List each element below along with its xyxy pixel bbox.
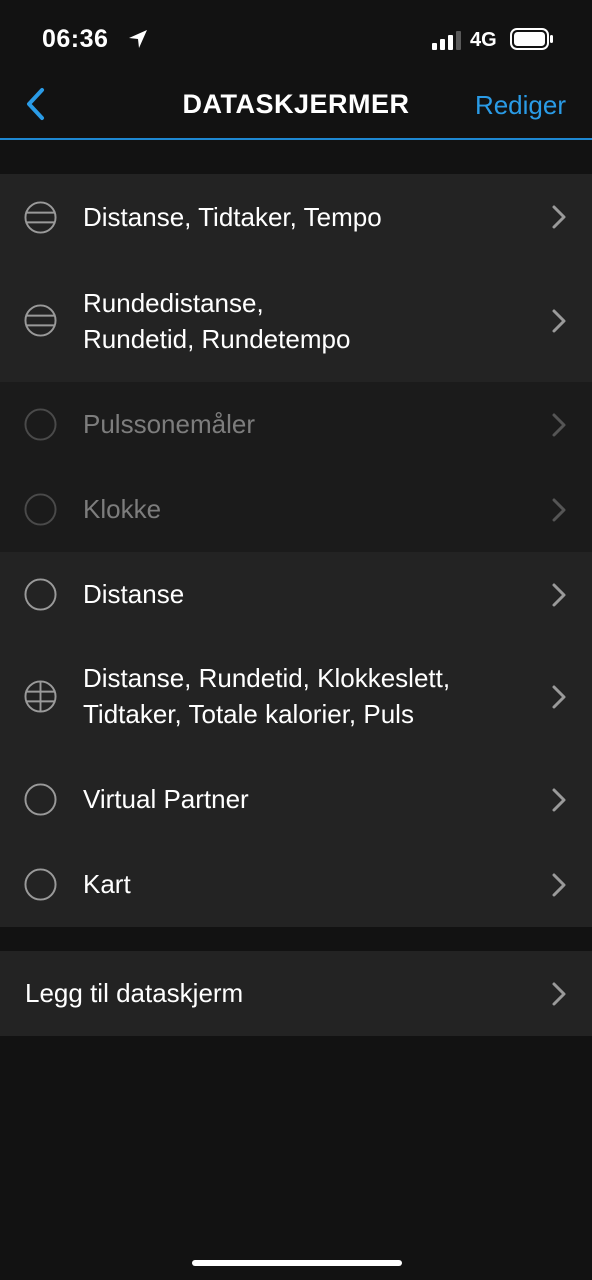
chevron-right-icon [552,205,566,229]
add-screen-group: Legg til dataskjerm [0,951,592,1036]
data-screen-row[interactable]: Pulssonemåler [0,382,592,467]
chevron-right-icon [552,685,566,709]
data-screen-label-line1: Rundedistanse, [83,288,264,318]
add-data-screen-label: Legg til dataskjerm [25,978,244,1008]
chevron-right-icon [552,788,566,812]
data-screen-label: Klokke [83,494,162,524]
add-data-screen-button[interactable]: Legg til dataskjerm [0,951,592,1036]
battery-icon [510,28,553,50]
chevron-right-icon [552,583,566,607]
home-indicator[interactable] [192,1260,402,1266]
chevron-right-icon [552,309,566,333]
status-time: 06:36 [42,25,109,53]
empty-circle-icon [24,408,57,441]
chevron-right-icon [552,873,566,897]
six-field-layout-icon [24,680,57,713]
data-screen-row[interactable]: Distanse, Rundetid, Klokkeslett, Tidtake… [0,637,592,757]
edit-button[interactable]: Rediger [475,89,566,121]
empty-circle-icon [24,783,57,816]
network-type: 4G [470,29,497,51]
three-field-layout-icon [24,201,57,234]
data-screen-label: Kart [83,869,131,899]
data-screen-label: Distanse, Tidtaker, Tempo [83,202,382,232]
data-screen-label: Virtual Partner [83,784,249,814]
data-screen-row[interactable]: Rundedistanse, Rundetid, Rundetempo [0,260,592,382]
data-screen-label: Pulssonemåler [83,409,255,439]
empty-circle-icon [24,578,57,611]
empty-circle-icon [24,868,57,901]
data-screen-row[interactable]: Kart [0,842,592,927]
data-screen-row[interactable]: Klokke [0,467,592,552]
data-screen-row[interactable]: Distanse [0,552,592,637]
data-screen-label-line2: Tidtaker, Totale kalorier, Puls [83,699,414,729]
screen: 06:36 4G DATASKJERMER Rediger Distanse, … [0,0,592,1280]
data-screen-label-line2: Rundetid, Rundetempo [83,324,351,354]
data-screen-label-line1: Distanse, Rundetid, Klokkeslett, [83,663,451,693]
data-screen-row[interactable]: Distanse, Tidtaker, Tempo [0,174,592,260]
chevron-right-icon [552,982,566,1006]
empty-circle-icon [24,493,57,526]
data-screen-row[interactable]: Virtual Partner [0,757,592,842]
chevron-right-icon [552,413,566,437]
chevron-right-icon [552,498,566,522]
location-arrow-icon [129,30,147,48]
status-bar: 06:36 4G [0,0,592,70]
data-screens-list: Distanse, Tidtaker, Tempo Rundedistanse,… [0,174,592,927]
three-field-layout-icon [24,304,57,337]
navigation-bar: DATASKJERMER Rediger [0,70,592,140]
data-screen-label: Distanse [83,579,185,609]
signal-strength-icon [432,31,461,50]
